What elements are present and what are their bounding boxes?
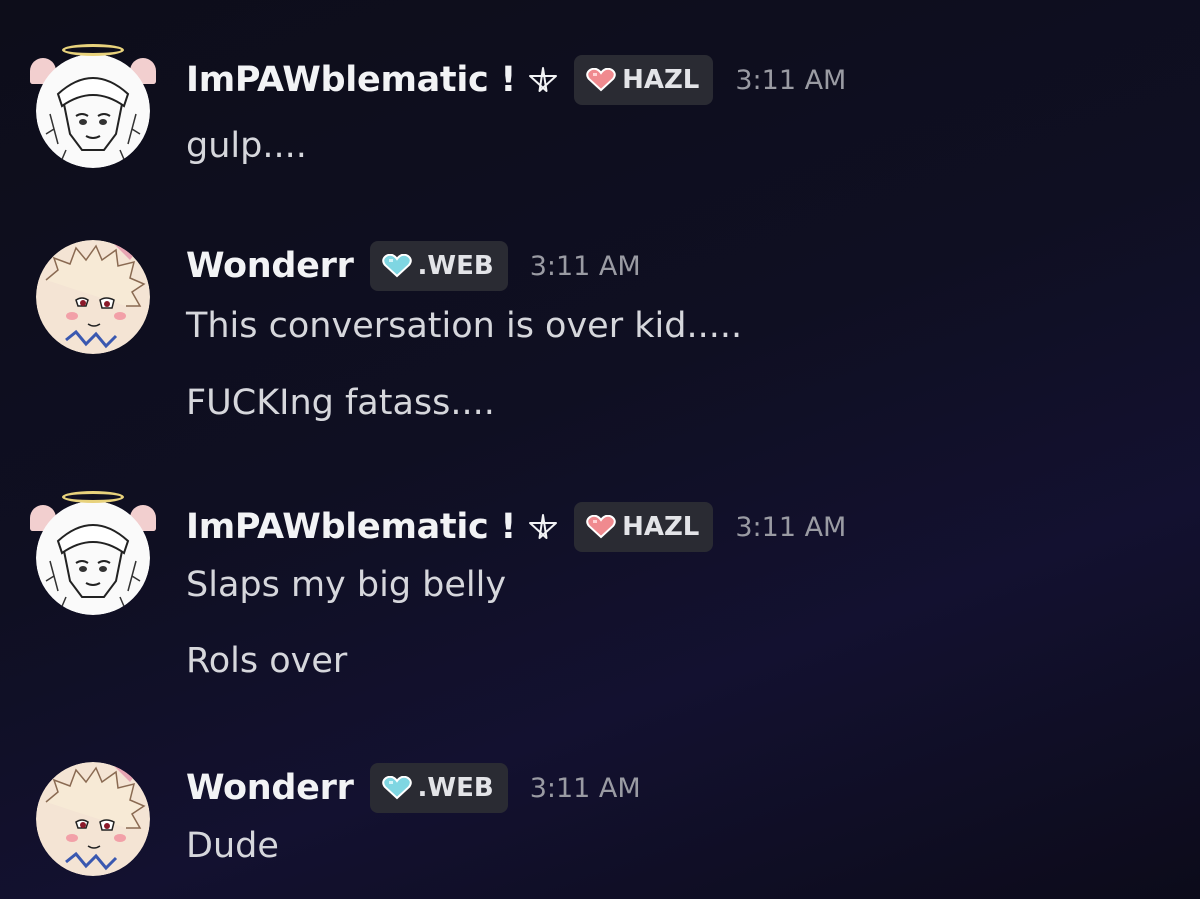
username[interactable]: ImPAWblematic ! [186,507,516,547]
message-header: Wonderr .WEB 3:11 AM [186,760,641,816]
message-text: This conversation is over kid..... [186,306,743,346]
pink-heart-icon [586,67,616,92]
message-header: ImPAWblematic ! HAZL 3:11 AM [186,499,846,555]
avatar-image [36,240,150,354]
avatar-wonderr[interactable] [30,228,156,354]
message-text: gulp.... [186,126,307,166]
timestamp[interactable]: 3:11 AM [735,512,846,543]
halo-decoration [62,491,124,503]
message-text: FUCKIng fatass.... [186,383,495,423]
tag-label: HAZL [622,65,700,95]
tag-label: .WEB [417,773,494,803]
avatar-impawblematic[interactable] [30,42,156,168]
username[interactable]: Wonderr [186,246,354,286]
username[interactable]: ImPAWblematic ! [186,60,516,100]
message-text: Rols over [186,641,348,681]
avatar-wonderr[interactable] [30,750,156,876]
message-text: Dude [186,826,279,866]
message-header: Wonderr .WEB 3:11 AM [186,238,641,294]
guild-tag[interactable]: HAZL [574,55,714,105]
pink-heart-icon [586,514,616,539]
halo-decoration [62,44,124,56]
pentagram-icon [528,512,558,542]
username[interactable]: Wonderr [186,768,354,808]
avatar-image [36,501,150,615]
avatar-image [36,54,150,168]
cyan-heart-icon [381,775,412,800]
cyan-heart-icon [381,253,412,278]
pentagram-icon [528,65,558,95]
message-header: ImPAWblematic ! HAZL 3:11 AM [186,52,846,108]
tag-label: HAZL [622,512,700,542]
chat-log: ImPAWblematic ! HAZL 3:11 AM gulp.... Wo… [0,0,1200,899]
guild-tag[interactable]: .WEB [369,763,508,813]
guild-tag[interactable]: .WEB [369,241,508,291]
guild-tag[interactable]: HAZL [574,502,714,552]
timestamp[interactable]: 3:11 AM [530,773,641,804]
avatar-image [36,762,150,876]
avatar-impawblematic[interactable] [30,489,156,615]
timestamp[interactable]: 3:11 AM [735,65,846,96]
message-text: Slaps my big belly [186,565,507,605]
tag-label: .WEB [417,251,494,281]
timestamp[interactable]: 3:11 AM [530,251,641,282]
